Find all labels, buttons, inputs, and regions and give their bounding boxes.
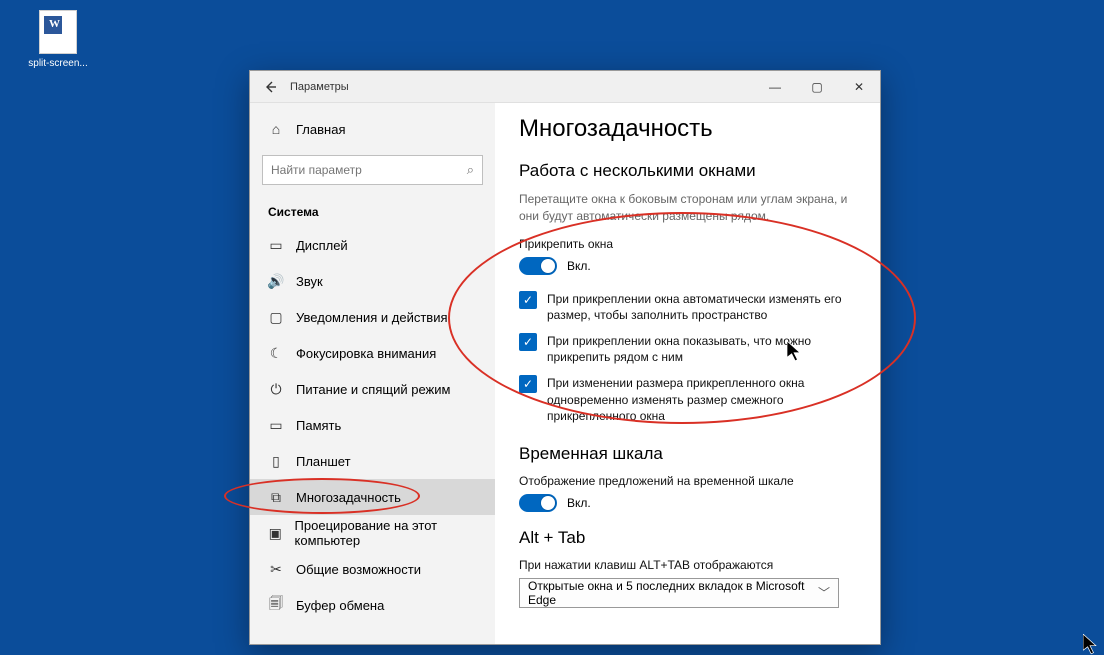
close-button[interactable]: ✕ [838,71,880,102]
sidebar-item-label: Планшет [296,454,351,469]
sidebar-item-tablet[interactable]: ▯ Планшет [250,443,495,479]
sidebar-item-label: Буфер обмена [296,598,384,613]
sidebar: ⌂ Главная ⌕ Система ▭ Дисплей 🔊 Звук ▢ У… [250,103,495,644]
checkbox-label: При прикреплении окна автоматически изме… [547,291,856,323]
checkbox-label: При прикреплении окна показывать, что мо… [547,333,856,365]
toggle-track-icon [519,257,557,275]
sidebar-home[interactable]: ⌂ Главная [250,111,495,147]
checkbox-checked-icon [519,333,537,351]
sound-icon: 🔊 [268,273,284,289]
chevron-down-icon: ﹀ [818,584,830,601]
notify-icon: ▢ [268,309,284,325]
alttab-select[interactable]: Открытые окна и 5 последних вкладок в Mi… [519,578,839,608]
checkbox-checked-icon [519,375,537,393]
display-icon: ▭ [268,237,284,253]
sidebar-item-projecting[interactable]: ▣ Проецирование на этот компьютер [250,515,495,551]
section-snap-desc: Перетащите окна к боковым сторонам или у… [519,191,856,225]
snap-option-show-next[interactable]: При прикреплении окна показывать, что мо… [519,333,856,365]
section-alttab-heading: Alt + Tab [519,528,856,548]
sidebar-item-label: Питание и спящий режим [296,382,450,397]
timeline-toggle-state: Вкл. [567,496,591,510]
home-icon: ⌂ [268,121,284,137]
alttab-select-value: Открытые окна и 5 последних вкладок в Mi… [528,579,818,607]
search-box[interactable]: ⌕ [262,155,483,185]
sidebar-item-label: Память [296,418,341,433]
page-title: Многозадачность [519,115,856,143]
memory-icon: ▭ [268,417,284,433]
sidebar-item-clipboard[interactable]: 🗐 Буфер обмена [250,587,495,623]
toggle-track-icon [519,494,557,512]
clipboard-icon: 🗐 [268,597,284,613]
sidebar-item-label: Дисплей [296,238,348,253]
checkbox-checked-icon [519,291,537,309]
desktop-file-word[interactable]: split-screen... [22,10,94,69]
search-input[interactable] [271,163,467,177]
shared-icon: ✂ [268,561,284,577]
arrow-left-icon [263,80,277,94]
section-snap-heading: Работа с несколькими окнами [519,161,856,181]
titlebar: Параметры — ▢ ✕ [250,71,880,103]
snap-option-resize-adjacent[interactable]: При изменении размера прикрепленного окн… [519,375,856,424]
word-document-icon [39,10,77,54]
checkbox-label: При изменении размера прикрепленного окн… [547,375,856,424]
sidebar-item-storage[interactable]: ▭ Память [250,407,495,443]
tablet-icon: ▯ [268,453,284,469]
snap-toggle-state: Вкл. [567,259,591,273]
sidebar-item-label: Проецирование на этот компьютер [295,518,487,548]
power-icon: ⏻ [268,381,284,397]
snap-toggle[interactable]: Вкл. [519,257,856,275]
sidebar-item-sound[interactable]: 🔊 Звук [250,263,495,299]
sidebar-item-label: Многозадачность [296,490,401,505]
sidebar-item-power[interactable]: ⏻ Питание и спящий режим [250,371,495,407]
project-icon: ▣ [268,525,283,541]
back-button[interactable] [250,71,290,102]
sidebar-item-label: Фокусировка внимания [296,346,436,361]
content-pane: Многозадачность Работа с несколькими окн… [495,103,880,644]
sidebar-item-focus[interactable]: ☾ Фокусировка внимания [250,335,495,371]
settings-window: Параметры — ▢ ✕ ⌂ Главная ⌕ Система ▭ Ди… [249,70,881,645]
snap-toggle-label: Прикрепить окна [519,237,856,251]
multitask-icon: ⧉ [268,489,284,505]
search-icon: ⌕ [467,162,474,178]
timeline-toggle-label: Отображение предложений на временной шка… [519,474,856,488]
desktop-file-label: split-screen... [22,58,94,69]
sidebar-item-notifications[interactable]: ▢ Уведомления и действия [250,299,495,335]
maximize-button[interactable]: ▢ [796,71,838,102]
sidebar-home-label: Главная [296,122,345,137]
sidebar-item-shared[interactable]: ✂ Общие возможности [250,551,495,587]
sidebar-section-label: Система [250,193,495,227]
section-timeline-heading: Временная шкала [519,444,856,464]
timeline-toggle[interactable]: Вкл. [519,494,856,512]
window-title: Параметры [290,81,349,93]
sidebar-item-label: Уведомления и действия [296,310,448,325]
focus-icon: ☾ [268,345,284,361]
cursor-icon [1083,634,1097,652]
sidebar-item-label: Общие возможности [296,562,421,577]
sidebar-item-multitasking[interactable]: ⧉ Многозадачность [250,479,495,515]
alttab-select-label: При нажатии клавиш ALT+TAB отображаются [519,558,856,572]
snap-option-fill[interactable]: При прикреплении окна автоматически изме… [519,291,856,323]
minimize-button[interactable]: — [754,71,796,102]
sidebar-item-display[interactable]: ▭ Дисплей [250,227,495,263]
sidebar-item-label: Звук [296,274,323,289]
